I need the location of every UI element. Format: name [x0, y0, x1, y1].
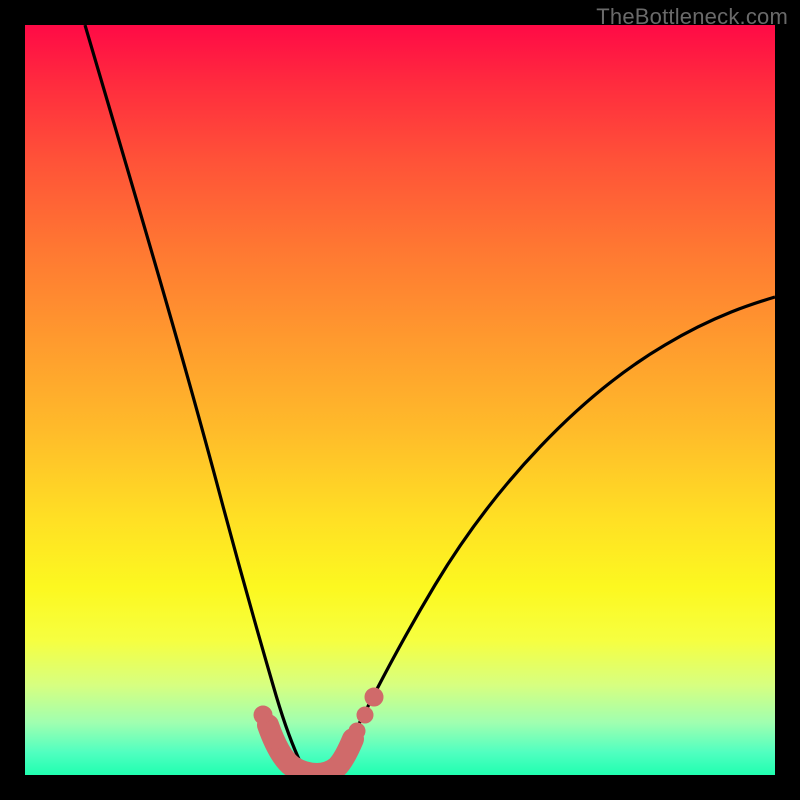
bottleneck-markers: [254, 688, 383, 774]
watermark-text: TheBottleneck.com: [596, 4, 788, 30]
plot-area: [25, 25, 775, 775]
left-curve: [85, 25, 310, 774]
chart-frame: TheBottleneck.com: [0, 0, 800, 800]
curve-layer: [25, 25, 775, 775]
right-curve: [325, 297, 775, 774]
